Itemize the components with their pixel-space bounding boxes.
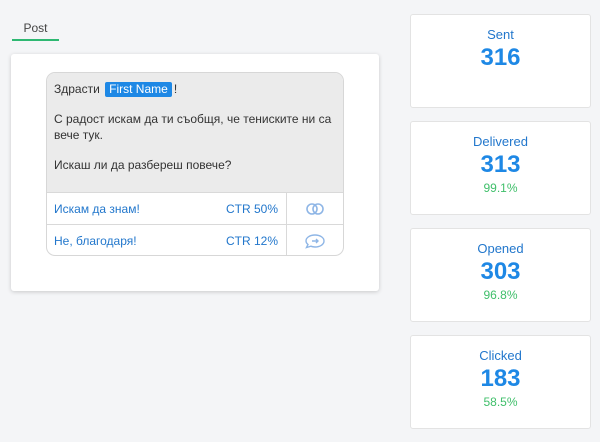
question-line: Искаш ли да разбереш повече? bbox=[54, 158, 232, 172]
stat-value: 303 bbox=[480, 258, 521, 285]
button-label: Не, благодаря! bbox=[54, 233, 137, 248]
tab-active-indicator bbox=[12, 39, 59, 41]
tab-post[interactable]: Post bbox=[12, 16, 59, 40]
button-label: Искам да знам! bbox=[54, 201, 140, 216]
stat-percentage: 99.1% bbox=[483, 181, 518, 195]
quick-reply-button[interactable]: Искам да знам! CTR 50% bbox=[47, 192, 343, 224]
body-line-1: С радост искам да ти съобщя, че тенискит… bbox=[54, 112, 332, 126]
message-text: Здрасти First Name! С радост искам да ти… bbox=[47, 73, 343, 192]
stat-label: Delivered bbox=[473, 134, 528, 149]
stat-label: Sent bbox=[487, 27, 514, 42]
greeting: Здрасти bbox=[54, 82, 100, 96]
stat-value: 183 bbox=[480, 365, 521, 392]
stat-percentage: 96.8% bbox=[483, 288, 518, 302]
button-ctr: CTR 50% bbox=[225, 201, 278, 216]
button-ctr: CTR 12% bbox=[225, 233, 278, 248]
first-name-tag[interactable]: First Name bbox=[105, 82, 172, 97]
stat-value: 313 bbox=[480, 151, 521, 178]
stat-percentage: 58.5% bbox=[483, 395, 518, 409]
stat-label: Clicked bbox=[479, 348, 522, 363]
quick-reply-button[interactable]: Не, благодаря! CTR 12% bbox=[47, 224, 343, 255]
greeting-exclaim: ! bbox=[173, 82, 178, 96]
post-preview-card: Здрасти First Name! С радост искам да ти… bbox=[11, 54, 379, 291]
greeting-line: Здрасти First Name! bbox=[54, 81, 336, 97]
link-icon bbox=[286, 193, 343, 224]
stat-card-sent: Sent 316 bbox=[410, 14, 591, 108]
body-line-2: вече тук. bbox=[54, 128, 103, 142]
stat-value: 316 bbox=[480, 44, 521, 71]
stat-card-clicked: Clicked 183 58.5% bbox=[410, 335, 591, 429]
stat-label: Opened bbox=[477, 241, 524, 256]
reply-icon bbox=[286, 225, 343, 255]
stat-card-delivered: Delivered 313 99.1% bbox=[410, 121, 591, 215]
stat-card-opened: Opened 303 96.8% bbox=[410, 228, 591, 322]
message-bubble: Здрасти First Name! С радост искам да ти… bbox=[46, 72, 344, 256]
